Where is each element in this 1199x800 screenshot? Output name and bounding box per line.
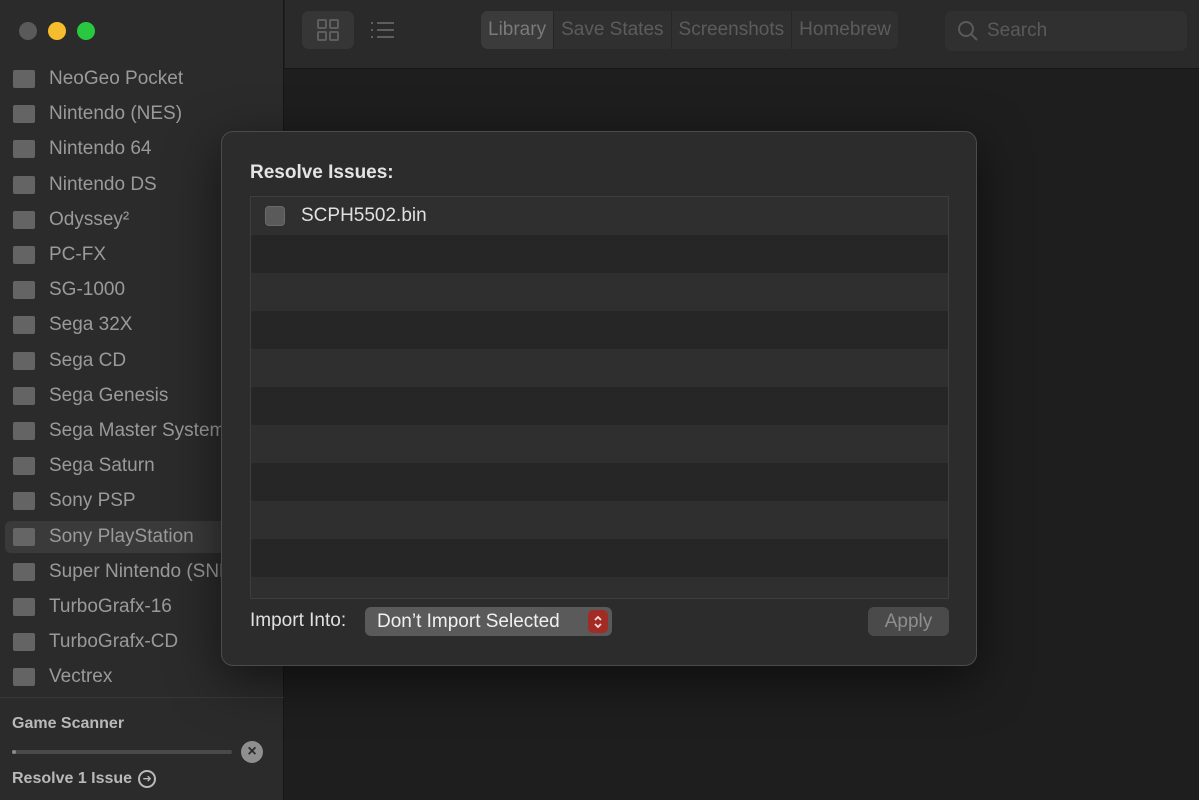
empty-table-row <box>251 311 948 349</box>
sony-playstation-icon <box>13 527 35 546</box>
app-window: NeoGeo Pocket Nintendo (NES) Nintendo 64 Ni… <box>0 0 1199 800</box>
empty-table-row <box>251 349 948 387</box>
scan-progress-fill <box>12 750 17 754</box>
sega-saturn-icon <box>13 457 35 476</box>
empty-table-row <box>251 273 948 311</box>
apply-button[interactable]: Apply <box>868 607 949 636</box>
sega-32x-icon <box>13 316 35 335</box>
turbografx-cd-icon <box>13 633 35 652</box>
resolve-issues-dialog: Resolve Issues: SCPH5502.bin Import Into… <box>221 131 977 666</box>
file-name: SCPH5502.bin <box>301 205 427 226</box>
arrow-right-circle-icon: ➜ <box>138 770 157 788</box>
import-into-popup[interactable]: Don’t Import Selected <box>365 607 612 636</box>
sidebar-item-label: Sony PSP <box>49 490 136 512</box>
nds-icon <box>13 175 35 194</box>
sidebar-item-system[interactable]: Vectrex <box>5 661 279 693</box>
grid-view-button[interactable] <box>302 11 354 49</box>
tab-save-states[interactable]: Save States <box>554 11 672 49</box>
tab-library[interactable]: Library <box>481 11 555 49</box>
import-into-label: Import Into: <box>250 610 347 631</box>
sidebar-item-label: Nintendo DS <box>49 173 157 195</box>
sidebar-item-label: Sega Genesis <box>49 384 169 406</box>
sidebar-item-label: TurboGrafx-16 <box>49 596 172 617</box>
empty-table-row <box>251 425 948 463</box>
sidebar-item-label: Nintendo (NES) <box>49 103 183 125</box>
issues-table: SCPH5502.bin <box>250 196 949 599</box>
search-input[interactable] <box>987 20 1167 42</box>
game-scanner-title: Game Scanner <box>12 715 125 732</box>
table-row[interactable]: SCPH5502.bin <box>251 197 948 235</box>
turbografx-16-icon <box>13 598 35 616</box>
toolbar: Library Save States Screenshots Homebrew <box>285 0 1199 69</box>
sidebar-item-system[interactable]: NeoGeo Pocket <box>5 63 279 95</box>
empty-table-row <box>251 501 948 539</box>
sidebar-item-label: TurboGrafx-CD <box>49 631 179 653</box>
scan-progress-bar <box>12 750 232 754</box>
file-checkbox[interactable] <box>265 206 285 226</box>
chevron-up-down-icon <box>588 610 608 633</box>
tab-screenshots[interactable]: Screenshots <box>672 11 793 49</box>
sidebar-item-label: Sega Saturn <box>49 455 155 477</box>
empty-table-row <box>251 235 948 273</box>
sidebar-item-system[interactable]: Nintendo (NES) <box>5 98 279 130</box>
sidebar-item-label: NeoGeo Pocket <box>49 68 184 89</box>
close-icon: × <box>247 743 257 760</box>
empty-table-row <box>251 539 948 577</box>
sega-cd-icon <box>13 351 35 370</box>
sidebar-item-label: Sega CD <box>49 349 127 371</box>
sidebar-item-label: Sony PlayStation <box>49 525 194 547</box>
sidebar-item-label: Vectrex <box>49 666 113 688</box>
sega-genesis-icon <box>13 386 35 405</box>
snes-icon <box>13 562 35 581</box>
empty-table-row <box>251 387 948 425</box>
window-controls <box>19 22 95 40</box>
sg-1000-icon <box>13 281 35 300</box>
zoom-window-button[interactable] <box>77 22 95 40</box>
sony-psp-icon <box>13 492 35 511</box>
nes-icon <box>13 105 35 124</box>
library-tabs: Library Save States Screenshots Homebrew <box>481 11 899 49</box>
sidebar-item-label: Sega Master System <box>49 420 226 441</box>
resolve-issues-label: Resolve 1 Issue <box>12 770 133 787</box>
list-icon <box>371 22 394 38</box>
dialog-title: Resolve Issues: <box>250 162 394 183</box>
minimize-window-button[interactable] <box>48 22 66 40</box>
empty-table-row <box>251 577 948 598</box>
sidebar-item-label: Sega 32X <box>49 314 133 336</box>
grid-icon <box>317 19 339 41</box>
sidebar-item-label: Nintendo 64 <box>49 138 152 160</box>
pc-fx-icon <box>13 246 35 264</box>
tab-homebrew[interactable]: Homebrew <box>792 11 898 49</box>
vectrex-icon <box>13 668 35 687</box>
resolve-issues-link[interactable]: Resolve 1 Issue ➜ <box>12 770 157 788</box>
game-scanner-panel: Game Scanner × Resolve 1 Issue ➜ <box>0 697 284 800</box>
search-field[interactable] <box>945 11 1187 51</box>
search-icon <box>957 20 979 42</box>
list-view-button[interactable] <box>356 11 408 49</box>
sidebar-item-label: Odyssey² <box>49 208 130 230</box>
neogeo-pocket-icon <box>13 70 35 88</box>
sega-master-system-icon <box>13 422 35 440</box>
odyssey-icon <box>13 210 35 229</box>
empty-table-row <box>251 463 948 501</box>
import-into-value: Don’t Import Selected <box>377 610 560 632</box>
close-window-button[interactable] <box>19 22 37 40</box>
sidebar-item-label: SG-1000 <box>49 279 126 301</box>
stop-scan-button[interactable]: × <box>241 741 263 763</box>
n64-icon <box>13 140 35 159</box>
sidebar-item-label: PC-FX <box>49 244 106 265</box>
